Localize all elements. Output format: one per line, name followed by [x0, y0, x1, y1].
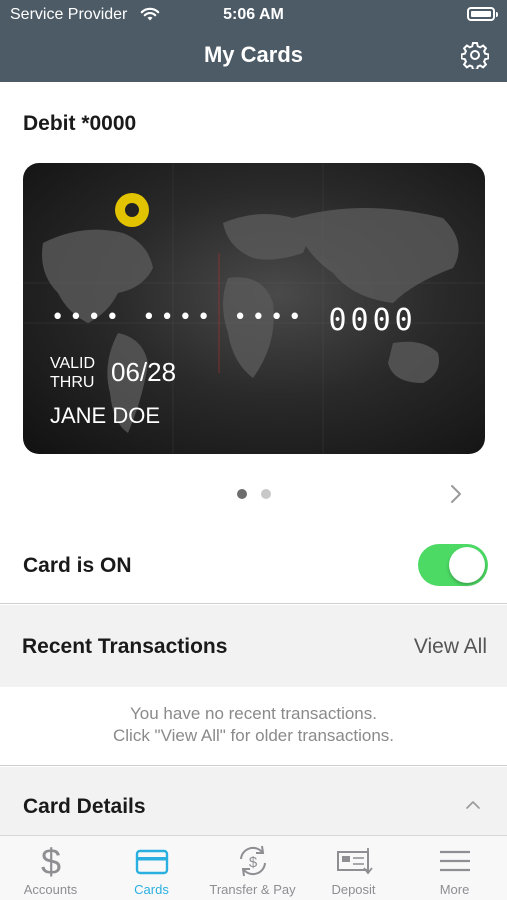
card-name: Debit *0000	[23, 112, 137, 135]
chevron-up-icon[interactable]	[465, 799, 481, 811]
status-bar: Service Provider 5:06 AM	[0, 0, 507, 30]
card-details-section[interactable]: Card Details	[0, 767, 507, 835]
card-logo-icon	[115, 193, 149, 227]
tab-more[interactable]: More	[404, 836, 505, 900]
recent-transactions-header: Recent Transactions View All	[0, 605, 507, 687]
pager-dot[interactable]	[260, 489, 271, 499]
dollar-icon: $	[40, 842, 60, 880]
gear-icon[interactable]	[461, 41, 489, 69]
tab-deposit[interactable]: Deposit	[303, 836, 404, 900]
card-status-label: Card is ON	[23, 554, 132, 577]
svg-text:$: $	[248, 854, 257, 871]
valid-thru-label: VALID THRU	[50, 355, 96, 391]
battery-icon	[467, 7, 498, 21]
card-pager[interactable]	[0, 489, 507, 499]
deposit-icon	[336, 848, 373, 875]
tab-transfer-pay[interactable]: $ Transfer & Pay	[202, 836, 303, 900]
menu-icon	[439, 850, 470, 872]
recent-transactions-heading: Recent Transactions	[22, 635, 228, 658]
card-icon	[135, 849, 168, 875]
tab-cards[interactable]: Cards	[101, 836, 202, 900]
card-status-row: Card is ON	[0, 530, 507, 604]
top-bar: Service Provider 5:06 AM My Cards	[0, 0, 507, 82]
status-time: 5:06 AM	[223, 6, 284, 23]
card-on-toggle[interactable]	[418, 544, 488, 586]
card-holder: JANE DOE	[50, 403, 161, 428]
svg-text:$: $	[40, 842, 60, 880]
card-details-heading: Card Details	[23, 795, 146, 818]
tab-accounts[interactable]: $ Accounts	[0, 836, 101, 900]
view-all-link[interactable]: View All	[414, 635, 487, 659]
transfer-icon: $	[239, 845, 266, 877]
page-title: My Cards	[203, 42, 304, 67]
transactions-empty-message: You have no recent transactions. Click "…	[0, 687, 507, 766]
card-expiry: 06/28	[111, 357, 177, 387]
pager-dot[interactable]	[236, 489, 247, 499]
chevron-right-icon[interactable]	[449, 483, 463, 505]
tab-bar: $ Accounts Cards $ Transfer & Pay Deposi…	[0, 835, 507, 900]
debit-card[interactable]: •••• •••• •••• 0000 VALID THRU 06/28 JAN…	[23, 163, 485, 454]
card-number: •••• •••• •••• 0000	[51, 303, 417, 338]
